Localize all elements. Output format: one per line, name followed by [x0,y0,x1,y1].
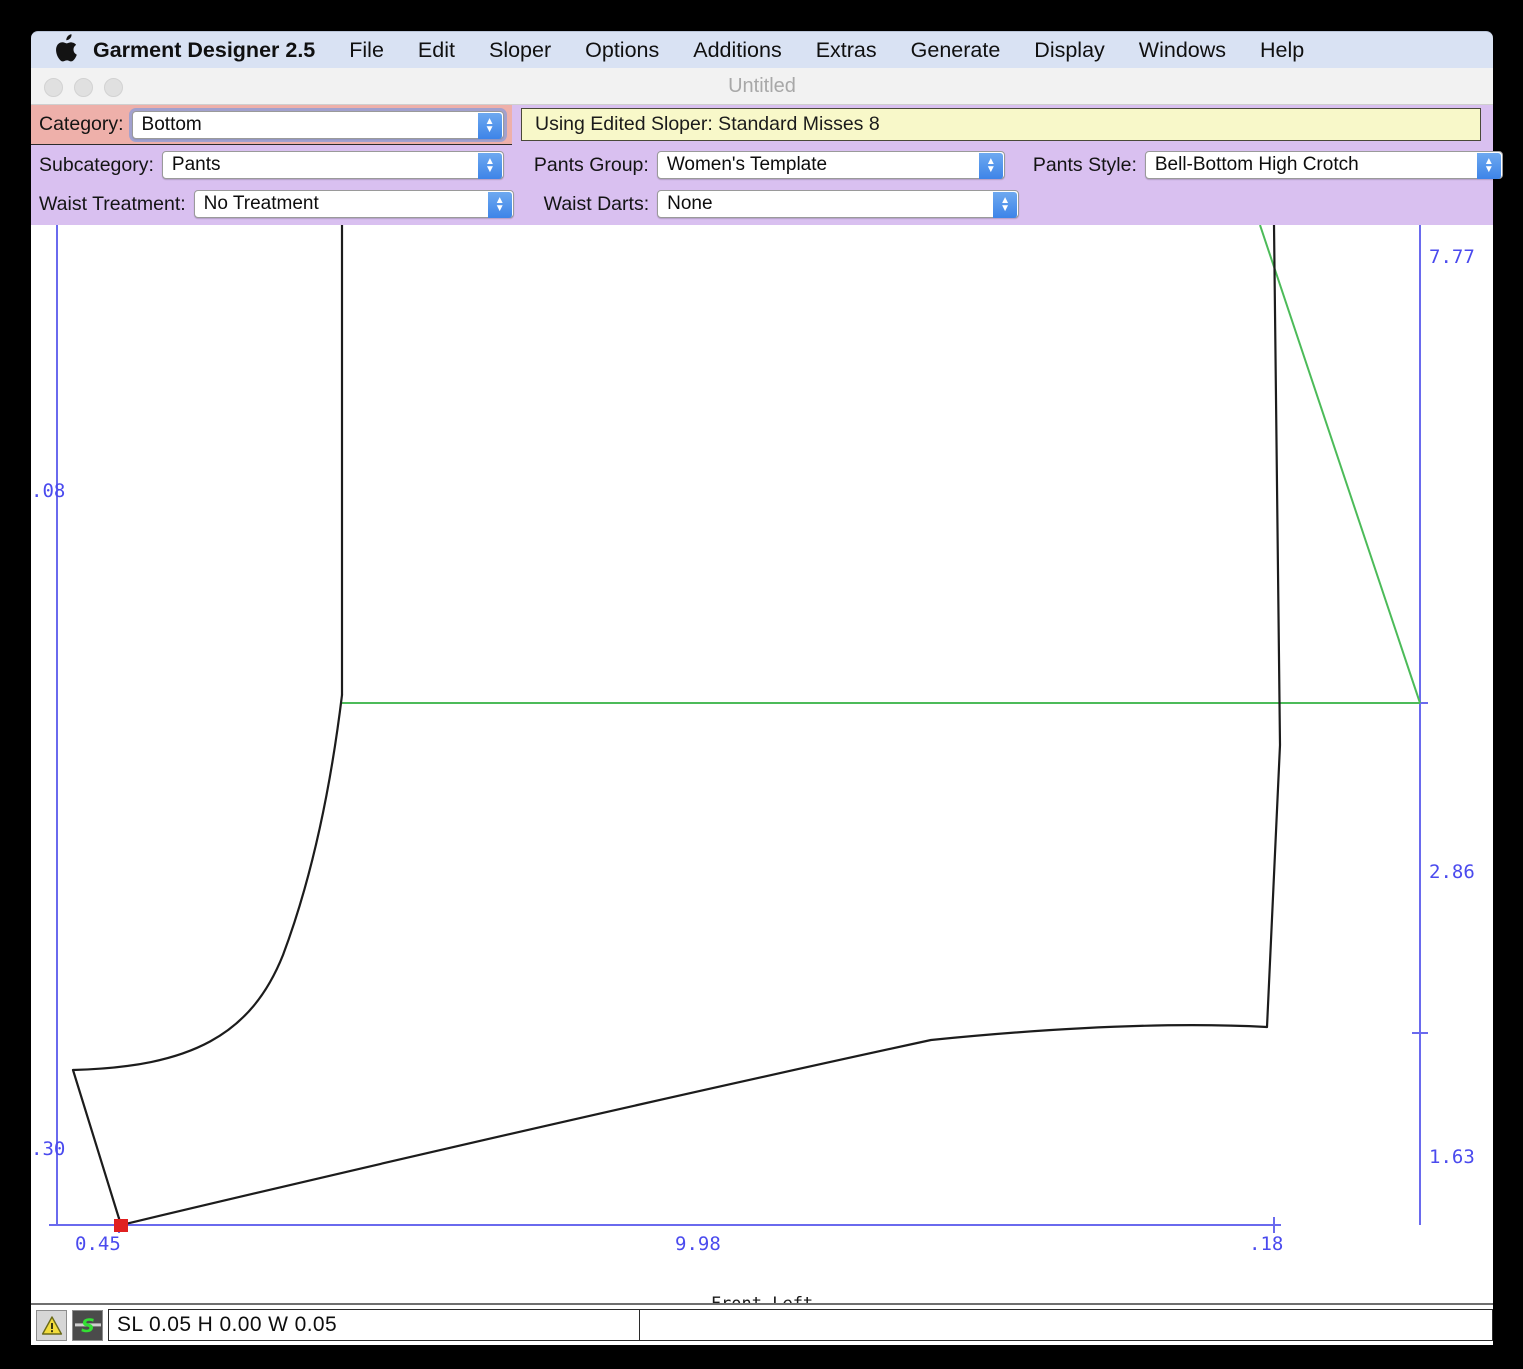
waist-darts-label: Waist Darts: [543,192,650,215]
waist-treatment-label: Waist Treatment: [39,192,186,215]
menu-bar: Garment Designer 2.5 File Edit Sloper Op… [31,31,1493,68]
dimension-label-right-middle: 2.86 [1429,861,1475,883]
menu-item-display[interactable]: Display [1034,38,1105,63]
menu-item-options[interactable]: Options [585,38,659,63]
dimension-label-bottom-right: .18 [1249,1233,1283,1255]
warning-triangle-icon[interactable] [36,1309,67,1341]
subcategory-row: Subcategory: Pants ▲ ▼ Pants Group: Women… [31,145,1503,185]
measurements-field[interactable]: SL 0.05 H 0.00 W 0.05 [108,1309,640,1341]
waist-row: Waist Treatment: No Treatment ▲ ▼ Waist D… [31,184,1493,224]
category-label: Category: [39,113,124,135]
status-bar: S SL 0.05 H 0.00 W 0.05 [31,1305,1493,1345]
sloper-status-text: Using Edited Sloper: Standard Misses 8 [535,113,880,135]
chevron-updown-icon: ▲ ▼ [487,192,512,218]
menu-item-extras[interactable]: Extras [816,38,877,63]
pants-style-label: Pants Style: [1032,153,1137,176]
category-row: Category: Bottom ▲ ▼ Using Edited Sloper:… [31,105,1493,145]
svg-text:S: S [81,1315,95,1336]
window-title: Untitled [728,75,796,97]
status-secondary-field[interactable] [640,1309,1493,1341]
app-name-menu[interactable]: Garment Designer 2.5 [93,38,315,63]
pattern-outline [71,225,1282,1227]
dimension-labels: .08 .30 0.45 9.98 .18 7.77 2.86 1.63 [31,246,1475,1255]
menu-item-sloper[interactable]: Sloper [489,38,551,63]
pants-style-field-group: Pants Style: Bell-Bottom High Crotch ▲ ▼ [1025,151,1503,179]
sloper-status-banner: Using Edited Sloper: Standard Misses 8 [521,108,1481,141]
options-toolbar: Category: Bottom ▲ ▼ Using Edited Sloper:… [31,105,1503,225]
pants-group-select[interactable]: Women's Template ▲ ▼ [656,151,1005,179]
menu-item-windows[interactable]: Windows [1139,38,1226,63]
dimension-label-bottom-left: 0.45 [75,1233,121,1255]
dimension-label-right-lower: 1.63 [1429,1146,1475,1168]
menu-item-help[interactable]: Help [1260,38,1304,63]
chevron-updown-icon: ▲ ▼ [993,192,1018,218]
selected-point-marker[interactable] [114,1219,128,1232]
dimension-label-right-upper: 7.77 [1429,246,1475,268]
dimension-label-left-upper: .08 [31,480,65,502]
waist-treatment-field-group: Waist Treatment: No Treatment ▲ ▼ [31,190,514,218]
waist-darts-value: None [667,193,713,214]
sloper-s-icon[interactable]: S [72,1309,103,1341]
chevron-updown-icon: ▲ ▼ [1476,153,1501,179]
pattern-canvas[interactable]: .08 .30 0.45 9.98 .18 7.77 2.86 1.63 Fro… [31,225,1493,1305]
menu-item-file[interactable]: File [349,38,384,63]
category-select[interactable]: Bottom ▲ ▼ [128,107,507,142]
waist-darts-field-group: Waist Darts: None ▲ ▼ [536,190,1020,218]
application-window: Garment Designer 2.5 File Edit Sloper Op… [0,0,1523,1369]
apple-menu-icon[interactable] [49,33,83,67]
pattern-drawing: .08 .30 0.45 9.98 .18 7.77 2.86 1.63 [31,225,1475,1255]
menu-item-additions[interactable]: Additions [693,38,781,63]
dimension-label-left-lower: .30 [31,1138,65,1160]
waist-treatment-value: No Treatment [203,193,319,214]
pants-style-select[interactable]: Bell-Bottom High Crotch ▲ ▼ [1144,151,1503,179]
guide-lines [342,225,1421,704]
menu-item-edit[interactable]: Edit [418,38,455,63]
subcategory-field-group: Subcategory: Pants ▲ ▼ [31,151,504,179]
window-title-bar: Untitled [31,68,1493,105]
category-field-group: Category: Bottom ▲ ▼ [31,105,512,145]
subcategory-label: Subcategory: [39,153,154,176]
pants-group-field-group: Pants Group: Women's Template ▲ ▼ [526,151,1005,179]
dimension-label-bottom-center: 9.98 [675,1233,721,1255]
waist-treatment-select[interactable]: No Treatment ▲ ▼ [193,190,514,218]
chevron-updown-icon: ▲ ▼ [477,153,502,179]
pants-group-label: Pants Group: [533,153,649,176]
pants-group-value: Women's Template [666,154,828,175]
pants-style-value: Bell-Bottom High Crotch [1154,154,1359,175]
subcategory-value: Pants [171,154,221,175]
subcategory-select[interactable]: Pants ▲ ▼ [161,151,504,179]
chevron-updown-icon: ▲ ▼ [978,153,1003,179]
waist-darts-select[interactable]: None ▲ ▼ [657,190,1020,218]
menu-item-generate[interactable]: Generate [911,38,1001,63]
category-value: Bottom [141,113,202,135]
chevron-updown-icon: ▲ ▼ [477,112,502,139]
